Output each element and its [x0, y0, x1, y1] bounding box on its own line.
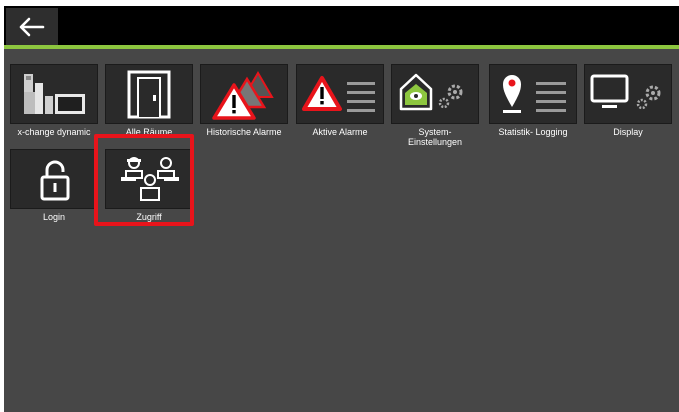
- accent-bar: [4, 45, 679, 49]
- pin-list-icon: [503, 75, 566, 113]
- warning-history-icon: [212, 71, 274, 120]
- tile-label: Aktive Alarme: [312, 127, 368, 137]
- back-button[interactable]: [6, 8, 58, 45]
- tile-statistik-logging[interactable]: [489, 64, 577, 124]
- warning-list-icon: [302, 76, 375, 112]
- tile-historische-alarme[interactable]: [200, 64, 288, 124]
- tile-label: Login: [42, 212, 66, 222]
- selection-highlight: [94, 134, 194, 226]
- tile-system-einstellungen[interactable]: [391, 64, 479, 124]
- tile-alle-raeume[interactable]: [105, 64, 193, 124]
- monitor-gear-icon: [590, 74, 661, 110]
- tile-label: System- Einstellungen: [385, 127, 485, 147]
- door-icon: [127, 70, 171, 119]
- tile-label-line2: Einstellungen: [407, 137, 463, 147]
- tile-login[interactable]: [10, 149, 98, 209]
- tile-display[interactable]: [584, 64, 672, 124]
- tile-aktive-alarme[interactable]: [296, 64, 384, 124]
- tile-label: Historische Alarme: [206, 127, 282, 137]
- top-bar: [4, 6, 679, 45]
- tile-x-change-dynamic[interactable]: [10, 64, 98, 124]
- arrow-left-icon: [19, 17, 45, 36]
- tile-label-line1: System-: [418, 127, 452, 137]
- tile-label: Display: [613, 127, 643, 137]
- tile-label: x-change dynamic: [17, 127, 91, 137]
- device-icon: [24, 74, 85, 114]
- lock-icon: [40, 160, 70, 201]
- house-gear-icon: [399, 73, 463, 111]
- tile-label: Statistik- Logging: [498, 127, 568, 137]
